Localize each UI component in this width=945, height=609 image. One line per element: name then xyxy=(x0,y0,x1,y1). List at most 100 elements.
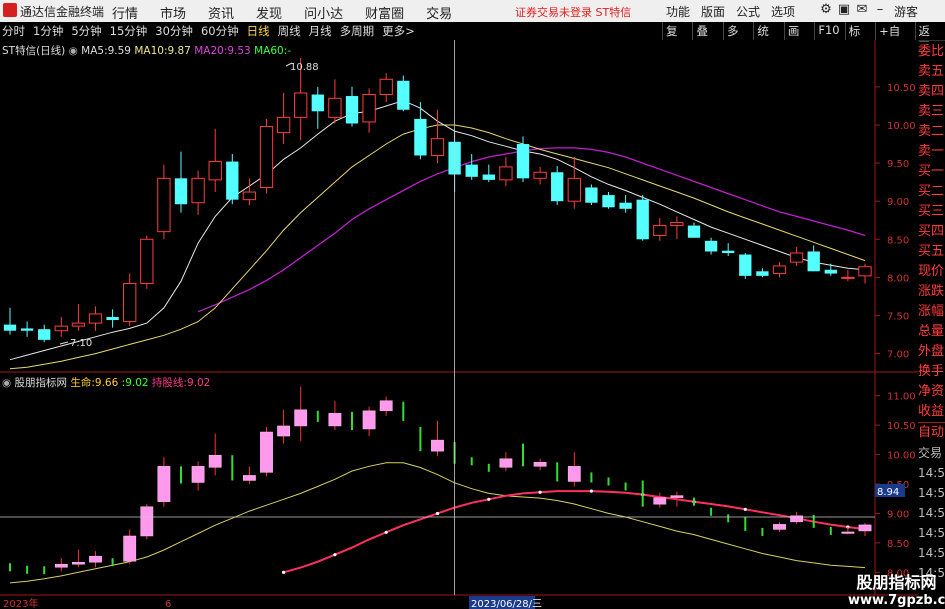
candle-body xyxy=(499,166,513,181)
tool-options[interactable]: 选项 xyxy=(771,3,795,20)
trade-time: 14:56 xyxy=(918,506,945,520)
tab-5min[interactable]: 5分钟 xyxy=(71,23,101,39)
kline-chart[interactable]: 10.50 10.00 9.50 9.00 8.50 8.00 7.50 7.00 11.00… xyxy=(0,40,918,609)
label-buy3: 买三 xyxy=(918,204,945,219)
tool-formula[interactable]: 公式 xyxy=(736,3,760,20)
tool-layout[interactable]: 版面 xyxy=(701,3,725,20)
candle-body xyxy=(174,178,188,205)
candle-body xyxy=(789,252,804,263)
period-tabbar: 分时 1分钟 5分钟 15分钟 30分钟 60分钟 日线 周线 月线 多周期 更… xyxy=(0,22,945,56)
candle-body xyxy=(772,265,787,275)
candle-body xyxy=(687,225,701,238)
tab-weekly[interactable]: 周线 xyxy=(278,23,301,39)
axis-month-label: 6 xyxy=(165,599,171,609)
auto-button[interactable]: 自动 xyxy=(918,422,945,443)
main-axis-tick-label: 8.50 xyxy=(887,235,909,246)
menu-news[interactable]: 资讯 xyxy=(208,3,234,22)
candle-body xyxy=(704,240,718,252)
main-axis-tick-label: 9.00 xyxy=(887,197,909,208)
ma60-label: MA60: xyxy=(254,45,288,57)
trade-time: 14:56 xyxy=(918,466,945,480)
low-label: 7.10 xyxy=(70,338,92,349)
tab-daily[interactable]: 日线 xyxy=(247,23,270,39)
hold-dot xyxy=(487,497,491,501)
menu-market[interactable]: 市场 xyxy=(160,3,186,22)
candle-body xyxy=(722,250,735,253)
mail-icon[interactable]: ✉ xyxy=(853,2,871,17)
indicator-name: 股朋指标网 xyxy=(14,377,68,389)
high-label: 10.88 xyxy=(290,62,319,73)
tab-1min[interactable]: 1分钟 xyxy=(33,23,63,39)
ind-body xyxy=(260,431,273,473)
dropdown-icon[interactable]: ◉ xyxy=(69,45,78,57)
candle-body xyxy=(807,251,820,272)
watermark-name: 股朋指标网 xyxy=(856,573,937,592)
window-icons: ⚙ ▣ ✉ – xyxy=(817,2,889,17)
ind-body xyxy=(54,564,68,568)
hold-value: 9.02 xyxy=(186,377,211,389)
guest-label[interactable]: 游客 xyxy=(894,3,918,20)
ind-body xyxy=(773,524,786,530)
menu-trade[interactable]: 交易 xyxy=(426,3,452,22)
login-notice[interactable]: 证券交易未登录 ST特信 xyxy=(515,4,631,20)
candle-body xyxy=(602,195,615,208)
candle-body xyxy=(397,80,410,110)
candle-body xyxy=(414,118,427,156)
sub-axis-tick-label: 10.00 xyxy=(887,451,916,462)
hold-dot xyxy=(538,490,542,494)
label-sell3: 卖三 xyxy=(918,104,945,119)
label-buy4: 买四 xyxy=(918,224,945,239)
ind-body xyxy=(379,400,393,412)
candle-body xyxy=(276,116,291,134)
hold-dot xyxy=(333,553,337,557)
tab-30min[interactable]: 30分钟 xyxy=(155,23,193,39)
cursor-value-label: 8.94 xyxy=(877,487,899,498)
candle-body xyxy=(157,177,171,233)
candle-body xyxy=(106,317,119,321)
tab-60min[interactable]: 60分钟 xyxy=(201,23,239,39)
candle-body xyxy=(567,177,581,202)
candle-body xyxy=(756,271,769,276)
watermark-url: www.7gpzb.com xyxy=(848,593,945,608)
label-pct: 涨幅 xyxy=(918,304,945,319)
title-tools: 功能 版面 公式 选项 xyxy=(666,3,806,20)
ind-body xyxy=(123,535,137,562)
minimize-icon[interactable]: – xyxy=(871,2,889,17)
candle-body xyxy=(140,238,154,284)
menu-quotes[interactable]: 行情 xyxy=(112,3,138,22)
settings-icon[interactable]: ⚙ xyxy=(817,2,835,17)
menu-wealth[interactable]: 财富圈 xyxy=(365,3,404,22)
label-buy2: 买二 xyxy=(918,184,945,199)
candle-body xyxy=(191,177,205,204)
trade-label[interactable]: 交易 xyxy=(918,443,945,463)
tool-function[interactable]: 功能 xyxy=(666,3,690,20)
shirt-icon[interactable]: ▣ xyxy=(835,2,853,17)
sub-axis-tick-label: 11.00 xyxy=(887,392,916,403)
ma10-label: MA10: xyxy=(134,45,168,57)
sub-indicator-info: ◉ 股朋指标网 生命:9.66 :9.02 持股线:9.02 xyxy=(2,375,210,390)
main-axis-tick-label: 7.50 xyxy=(887,311,909,322)
candle-body xyxy=(858,266,872,277)
ind-body xyxy=(431,439,444,452)
quote-panel: 委比 卖五 卖四 卖三 卖二 卖一 买一 买二 买三 买四 买五 现价 涨跌 涨… xyxy=(918,42,945,609)
dropdown-icon[interactable]: ◉ xyxy=(2,377,11,389)
sub-axis-tick-label: 9.00 xyxy=(887,509,909,520)
candle-body xyxy=(482,174,495,180)
ind-body xyxy=(89,555,102,563)
main-axis-tick-label: 10.50 xyxy=(887,83,916,94)
menu-discover[interactable]: 发现 xyxy=(256,3,282,22)
life-label: 生命: xyxy=(70,377,95,389)
tab-intraday[interactable]: 分时 xyxy=(2,23,25,39)
ind-body xyxy=(362,410,376,430)
menu-ask[interactable]: 问小达 xyxy=(304,3,343,22)
ind-body xyxy=(533,462,547,467)
candle-body xyxy=(294,92,308,118)
tab-15min[interactable]: 15分钟 xyxy=(110,23,148,39)
tab-more[interactable]: 更多> xyxy=(382,23,415,39)
title-bar: 通达信金融终端 行情 市场 资讯 发现 问小达 财富圈 交易 证券交易未登录 S… xyxy=(0,0,945,22)
ma20-label: MA20: xyxy=(194,45,228,57)
tab-monthly[interactable]: 月线 xyxy=(309,23,332,39)
ma60-value: - xyxy=(287,45,292,57)
tab-multi[interactable]: 多周期 xyxy=(340,23,375,39)
candle-body xyxy=(88,313,103,324)
